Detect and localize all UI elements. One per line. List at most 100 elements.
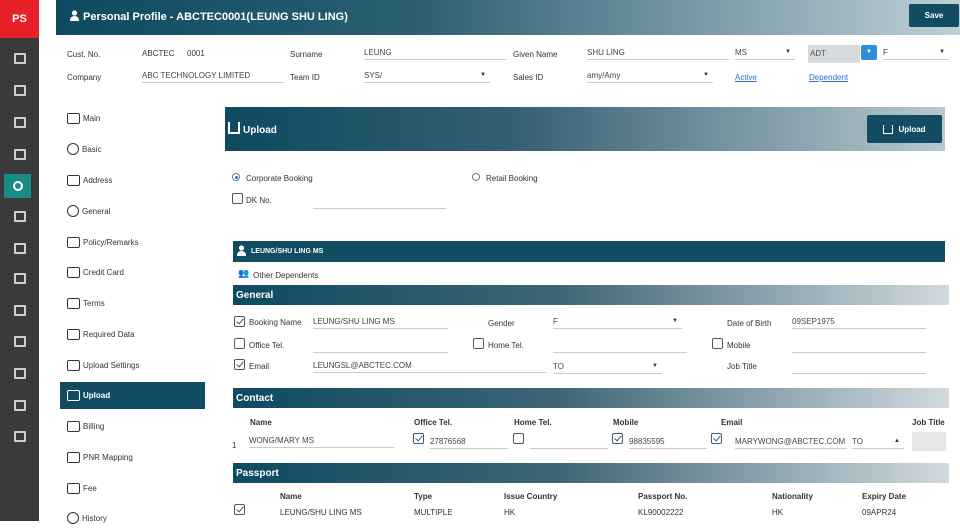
title-select[interactable]: MS ▼: [735, 46, 795, 60]
contact-header-mobile: Mobile: [613, 418, 639, 427]
chevron-down-icon: ▲: [894, 438, 900, 444]
active-link[interactable]: Active: [735, 73, 757, 82]
home-tel-checkbox[interactable]: [473, 338, 484, 349]
sidebar-item-basic[interactable]: Basic: [60, 136, 205, 162]
chevron-down-icon: ▼: [672, 318, 678, 324]
contact-home-input[interactable]: [530, 435, 608, 449]
sidebar-item-upload[interactable]: Upload: [60, 382, 205, 409]
dependent-link[interactable]: Dependent: [809, 73, 848, 82]
contact-header-office: Office Tel.: [414, 418, 453, 427]
contact-job-title-input[interactable]: [912, 432, 946, 451]
sidebar-item-general[interactable]: General: [60, 198, 205, 224]
team-id-label: Team ID: [290, 73, 320, 82]
office-tel-input[interactable]: [313, 339, 448, 353]
team-id-select[interactable]: SYS/ ▼: [364, 69, 490, 83]
window-icon[interactable]: [0, 298, 39, 322]
contact-mobile-checkbox[interactable]: [612, 433, 623, 444]
email-input[interactable]: LEUNGSL@ABCTEC.COM: [313, 359, 546, 373]
page-title-text: Personal Profile - ABCTEC0001(LEUNG SHU …: [83, 11, 348, 23]
contact-mobile-input[interactable]: 98835595: [629, 435, 707, 449]
booking-name-input[interactable]: LEUNG/SHU LING MS: [313, 315, 448, 329]
contact-email-input[interactable]: MARYWONG@ABCTEC.COM: [735, 435, 847, 449]
pnr-icon: [67, 451, 80, 463]
job-title-input[interactable]: [792, 360, 926, 374]
mobile-checkbox[interactable]: [712, 338, 723, 349]
upload-button[interactable]: Upload: [867, 115, 942, 143]
list-icon[interactable]: [0, 110, 39, 134]
passport-header-name: Name: [280, 492, 302, 501]
sidebar-item-upload-settings[interactable]: Upload Settings: [60, 352, 205, 378]
gender-select[interactable]: F ▼: [883, 46, 949, 60]
export-icon[interactable]: [0, 424, 39, 448]
credit-card-icon: [67, 266, 80, 278]
office-tel-checkbox[interactable]: [234, 338, 245, 349]
corporate-booking-radio[interactable]: [232, 173, 240, 181]
company-field[interactable]: ABC TECHNOLOGY LIMITED: [142, 69, 284, 83]
settings-doc-icon[interactable]: [0, 236, 39, 260]
cust-prefix: ABCTEC: [142, 49, 175, 58]
briefcase-icon[interactable]: [0, 204, 39, 228]
list-lines-icon[interactable]: [0, 361, 39, 385]
history-icon: [67, 512, 79, 524]
sidebar-item-main[interactable]: Main: [60, 105, 205, 131]
mobile-label: Mobile: [727, 341, 751, 350]
passport-name: LEUNG/SHU LING MS: [280, 508, 362, 517]
passport-row-checkbox[interactable]: [234, 504, 245, 515]
given-name-label: Given Name: [513, 50, 558, 59]
document-icon[interactable]: [0, 142, 39, 166]
pax-type-dropdown-icon[interactable]: ▼: [861, 45, 877, 60]
contact-header-job: Job Title: [912, 418, 945, 427]
dk-no-input[interactable]: [313, 195, 446, 209]
sidebar-item-policy[interactable]: Policy/Remarks: [60, 229, 205, 255]
report-icon[interactable]: [0, 393, 39, 417]
email-to-select[interactable]: TO ▼: [553, 360, 662, 374]
job-title-label: Job Title: [727, 362, 757, 371]
terms-icon: [67, 297, 80, 309]
other-dependents-link[interactable]: Other Dependents: [253, 271, 318, 280]
table-icon[interactable]: [0, 266, 39, 290]
dob-input[interactable]: 09SEP1975: [792, 315, 926, 329]
contact-office-input[interactable]: 27876568: [430, 435, 508, 449]
retail-booking-radio[interactable]: [472, 173, 480, 181]
contact-email-to-select[interactable]: TO ▲: [852, 435, 904, 449]
calc-doc-icon[interactable]: [0, 329, 39, 353]
contact-email-to-value: TO: [852, 437, 863, 446]
contact-home-checkbox[interactable]: [513, 433, 524, 444]
surname-field[interactable]: LEUNG: [364, 46, 506, 60]
given-name-field[interactable]: SHU LING: [587, 46, 729, 60]
pax-type-field[interactable]: ADT: [808, 45, 860, 63]
email-checkbox[interactable]: [234, 359, 245, 370]
dk-no-checkbox[interactable]: [232, 193, 243, 204]
users-icon[interactable]: [4, 174, 31, 198]
sidebar-item-address[interactable]: Address: [60, 167, 205, 193]
team-id-value: SYS/: [364, 71, 383, 80]
passport-header-nationality: Nationality: [772, 492, 813, 501]
mobile-input[interactable]: [792, 339, 926, 353]
upload-panel-header: Upload Upload: [225, 107, 945, 151]
passport-nationality: HK: [772, 508, 784, 517]
passport-header-type: Type: [414, 492, 433, 501]
save-button[interactable]: Save: [909, 4, 959, 27]
title-bar: Personal Profile - ABCTEC0001(LEUNG SHU …: [56, 0, 960, 35]
sidebar-item-billing[interactable]: Billing: [60, 413, 205, 439]
sidebar-item-required-data[interactable]: Required Data: [60, 321, 205, 347]
gender-label: Gender: [488, 319, 515, 328]
sidebar-item-terms[interactable]: Terms: [60, 290, 205, 316]
sales-id-select[interactable]: amy/Amy ▼: [587, 69, 713, 83]
notes-icon[interactable]: [0, 78, 39, 102]
home-tel-input[interactable]: [553, 339, 687, 353]
sidebar-item-label: General: [82, 206, 111, 216]
contact-header-email: Email: [721, 418, 743, 427]
sidebar-item-label: Billing: [83, 421, 105, 431]
contact-name-input[interactable]: WONG/MARY MS: [249, 434, 394, 448]
general-gender-select[interactable]: F ▼: [553, 315, 682, 329]
sidebar-item-credit-card[interactable]: Credit Card: [60, 259, 205, 285]
app-logo[interactable]: PS: [0, 0, 39, 38]
contact-email-checkbox[interactable]: [711, 433, 722, 444]
contact-office-checkbox[interactable]: [413, 433, 424, 444]
sidebar-item-pnr-mapping[interactable]: PNR Mapping: [60, 444, 205, 470]
booking-name-checkbox[interactable]: [234, 316, 245, 327]
dashboard-icon[interactable]: [0, 46, 39, 70]
sidebar-item-history[interactable]: History: [60, 505, 205, 531]
sidebar-item-fee[interactable]: Fee: [60, 475, 205, 501]
